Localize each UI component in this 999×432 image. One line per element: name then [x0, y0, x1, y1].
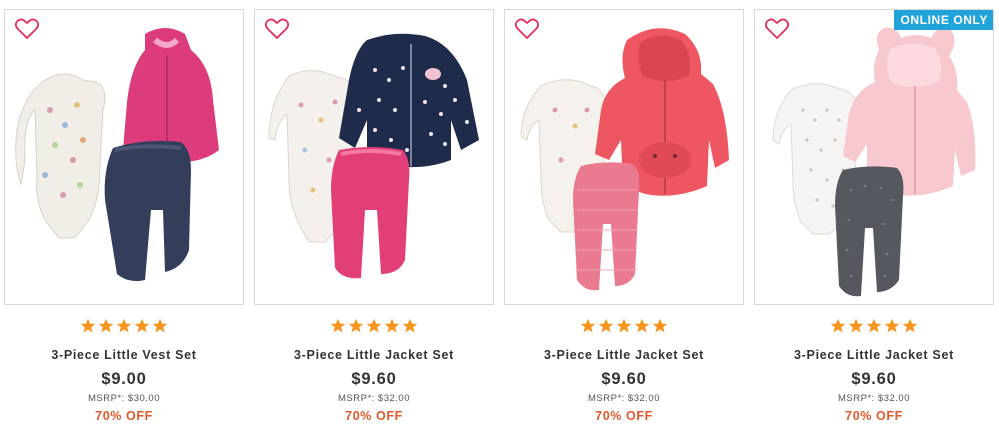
sale-price: $9.00: [101, 370, 147, 388]
star-icon: [366, 318, 382, 333]
product-image[interactable]: [4, 9, 244, 305]
star-icon: [116, 318, 132, 333]
discount-label: 70% OFF: [595, 409, 653, 423]
star-icon: [652, 318, 668, 333]
jacket-set-illustration: [268, 33, 479, 279]
star-icon: [830, 318, 846, 333]
product-card: 3-Piece Little Jacket Set $9.60 MSRP*: $…: [504, 0, 744, 432]
star-icon: [80, 318, 96, 333]
favorite-heart-icon[interactable]: [14, 17, 40, 41]
star-rating[interactable]: [754, 318, 994, 336]
msrp-price: MSRP*: $32.00: [338, 393, 410, 404]
msrp-price: MSRP*: $32.00: [838, 393, 910, 404]
star-icon: [884, 318, 900, 333]
product-name[interactable]: 3-Piece Little Vest Set: [4, 348, 244, 362]
star-icon: [98, 318, 114, 333]
favorite-heart-icon[interactable]: [264, 17, 290, 41]
hooded-jacket-set-illustration: [520, 28, 729, 291]
star-icon: [598, 318, 614, 333]
product-image[interactable]: ONLINE ONLY: [754, 9, 994, 305]
sale-price: $9.60: [601, 370, 647, 388]
product-card: 3-Piece Little Jacket Set $9.60 MSRP*: $…: [254, 0, 494, 432]
product-name[interactable]: 3-Piece Little Jacket Set: [504, 348, 744, 362]
star-rating[interactable]: [504, 318, 744, 336]
star-icon: [616, 318, 632, 333]
fleece-jacket-set-illustration: [772, 27, 976, 297]
star-rating[interactable]: [254, 318, 494, 336]
star-icon: [134, 318, 150, 333]
star-icon: [402, 318, 418, 333]
discount-label: 70% OFF: [345, 409, 403, 423]
star-icon: [848, 318, 864, 333]
product-name[interactable]: 3-Piece Little Jacket Set: [254, 348, 494, 362]
product-card: 3-Piece Little Vest Set $9.00 MSRP*: $30…: [4, 0, 244, 432]
msrp-price: MSRP*: $30.00: [88, 393, 160, 404]
vest-set-illustration: [15, 28, 219, 282]
favorite-heart-icon[interactable]: [514, 17, 540, 41]
star-icon: [330, 318, 346, 333]
product-image[interactable]: [254, 9, 494, 305]
star-rating[interactable]: [4, 318, 244, 336]
online-only-badge: ONLINE ONLY: [894, 10, 993, 30]
product-name[interactable]: 3-Piece Little Jacket Set: [754, 348, 994, 362]
star-icon: [634, 318, 650, 333]
star-icon: [866, 318, 882, 333]
star-icon: [384, 318, 400, 333]
msrp-price: MSRP*: $32.00: [588, 393, 660, 404]
sale-price: $9.60: [351, 370, 397, 388]
star-icon: [152, 318, 168, 333]
product-grid: 3-Piece Little Vest Set $9.00 MSRP*: $30…: [0, 0, 999, 432]
star-icon: [902, 318, 918, 333]
product-card: ONLINE ONLY 3-Piece Little Jacket Set $9…: [754, 0, 994, 432]
favorite-heart-icon[interactable]: [764, 17, 790, 41]
sale-price: $9.60: [851, 370, 897, 388]
product-image[interactable]: [504, 9, 744, 305]
star-icon: [580, 318, 596, 333]
star-icon: [348, 318, 364, 333]
discount-label: 70% OFF: [845, 409, 903, 423]
discount-label: 70% OFF: [95, 409, 153, 423]
